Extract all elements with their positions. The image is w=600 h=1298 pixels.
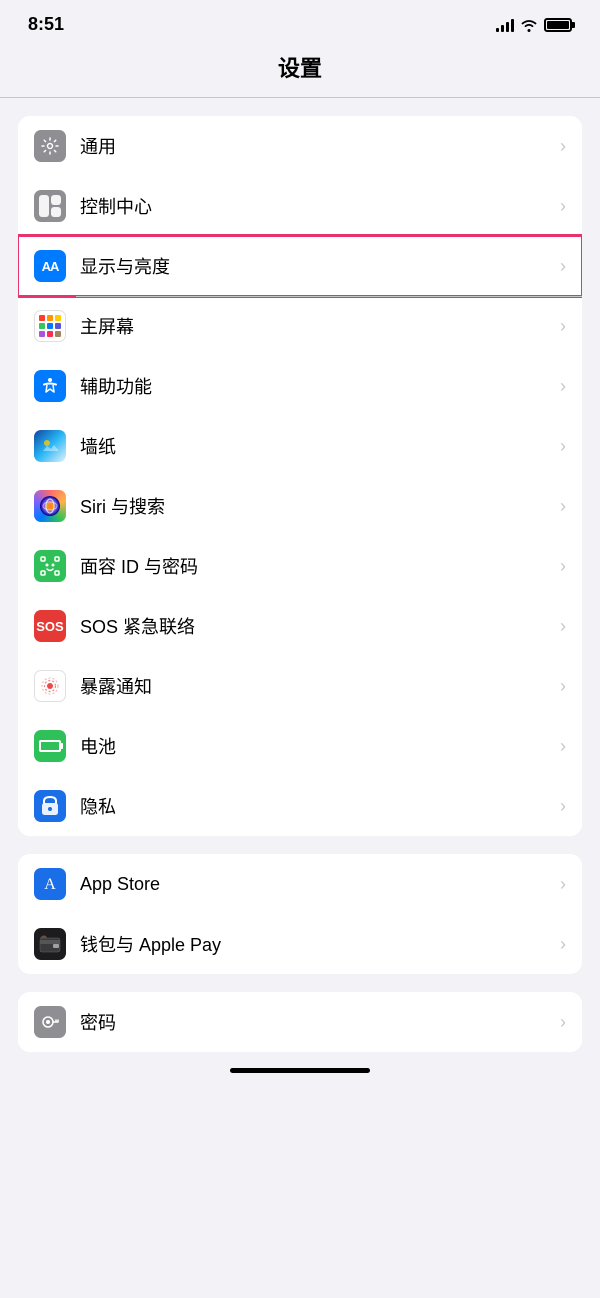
settings-row-sos[interactable]: SOS SOS 紧急联络 › bbox=[18, 596, 582, 656]
tongyong-chevron: › bbox=[560, 136, 566, 157]
settings-row-mima[interactable]: 密码 › bbox=[18, 992, 582, 1052]
qianbao-label: 钱包与 Apple Pay bbox=[80, 931, 560, 957]
title-divider bbox=[0, 97, 600, 98]
zhupingmu-label: 主屏幕 bbox=[80, 313, 560, 339]
kongzhi-icon bbox=[34, 190, 66, 222]
yinsi-label: 隐私 bbox=[80, 793, 560, 819]
wifi-icon bbox=[520, 18, 538, 32]
sos-label: SOS 紧急联络 bbox=[80, 613, 560, 639]
settings-group-2: A App Store › 钱包与 Apple Pay › bbox=[18, 854, 582, 974]
zhuzhi-chevron: › bbox=[560, 436, 566, 457]
status-icons bbox=[496, 18, 572, 32]
settings-group-1: 通用 › 控制中心 › AA 显示与亮度 › bbox=[18, 116, 582, 836]
settings-row-siri[interactable]: Siri 与搜索 › bbox=[18, 476, 582, 536]
fuzhugongneng-chevron: › bbox=[560, 376, 566, 397]
mianrong-chevron: › bbox=[560, 556, 566, 577]
settings-row-dianci[interactable]: 电池 › bbox=[18, 716, 582, 776]
yinsi-chevron: › bbox=[560, 796, 566, 817]
settings-row-mianrong[interactable]: 面容 ID 与密码 › bbox=[18, 536, 582, 596]
battery-icon bbox=[544, 18, 572, 32]
xianshi-label: 显示与亮度 bbox=[80, 253, 560, 279]
settings-row-kongzhi[interactable]: 控制中心 › bbox=[18, 176, 582, 236]
status-bar: 8:51 bbox=[0, 0, 600, 43]
settings-row-appstore[interactable]: A App Store › bbox=[18, 854, 582, 914]
xianshi-chevron: › bbox=[560, 256, 566, 277]
page-title: 设置 bbox=[0, 43, 600, 97]
appstore-chevron: › bbox=[560, 874, 566, 895]
baolu-label: 暴露通知 bbox=[80, 673, 560, 699]
settings-row-zhuzhi[interactable]: 墙纸 › bbox=[18, 416, 582, 476]
status-time: 8:51 bbox=[28, 14, 64, 35]
siri-label: Siri 与搜索 bbox=[80, 493, 560, 519]
zhuzhi-label: 墙纸 bbox=[80, 433, 560, 459]
siri-chevron: › bbox=[560, 496, 566, 517]
appstore-icon: A bbox=[34, 868, 66, 900]
siri-icon bbox=[34, 490, 66, 522]
signal-icon bbox=[496, 18, 514, 32]
baolu-chevron: › bbox=[560, 676, 566, 697]
zhuzhi-icon bbox=[34, 430, 66, 462]
settings-row-zhupingmu[interactable]: 主屏幕 › bbox=[18, 296, 582, 356]
settings-row-baolu[interactable]: 暴露通知 › bbox=[18, 656, 582, 716]
settings-row-yinsi[interactable]: 隐私 › bbox=[18, 776, 582, 836]
tongyong-label: 通用 bbox=[80, 133, 560, 159]
mianrong-icon bbox=[34, 550, 66, 582]
sos-icon: SOS bbox=[34, 610, 66, 642]
fuzhugongneng-icon bbox=[34, 370, 66, 402]
qianbao-icon bbox=[34, 928, 66, 960]
settings-row-qianbao[interactable]: 钱包与 Apple Pay › bbox=[18, 914, 582, 974]
zhupingmu-chevron: › bbox=[560, 316, 566, 337]
dianci-chevron: › bbox=[560, 736, 566, 757]
appstore-label: App Store bbox=[80, 874, 560, 895]
settings-group-3: 密码 › bbox=[18, 992, 582, 1052]
kongzhi-chevron: › bbox=[560, 196, 566, 217]
qianbao-chevron: › bbox=[560, 934, 566, 955]
svg-text:A: A bbox=[44, 876, 56, 893]
settings-row-tongyong[interactable]: 通用 › bbox=[18, 116, 582, 176]
mima-chevron: › bbox=[560, 1012, 566, 1033]
mianrong-label: 面容 ID 与密码 bbox=[80, 553, 560, 579]
settings-row-xianshi[interactable]: AA 显示与亮度 › bbox=[18, 236, 582, 296]
baolu-icon bbox=[34, 670, 66, 702]
xianshi-icon: AA bbox=[34, 250, 66, 282]
fuzhugongneng-label: 辅助功能 bbox=[80, 373, 560, 399]
zhupingmu-icon bbox=[34, 310, 66, 342]
kongzhi-label: 控制中心 bbox=[80, 193, 560, 219]
yinsi-icon bbox=[34, 790, 66, 822]
sos-chevron: › bbox=[560, 616, 566, 637]
tongyong-icon bbox=[34, 130, 66, 162]
mima-icon bbox=[34, 1006, 66, 1038]
mima-label: 密码 bbox=[80, 1009, 560, 1035]
dianci-label: 电池 bbox=[80, 733, 560, 759]
home-bar bbox=[230, 1068, 370, 1073]
dianci-icon bbox=[34, 730, 66, 762]
settings-row-fuzhugongneng[interactable]: 辅助功能 › bbox=[18, 356, 582, 416]
